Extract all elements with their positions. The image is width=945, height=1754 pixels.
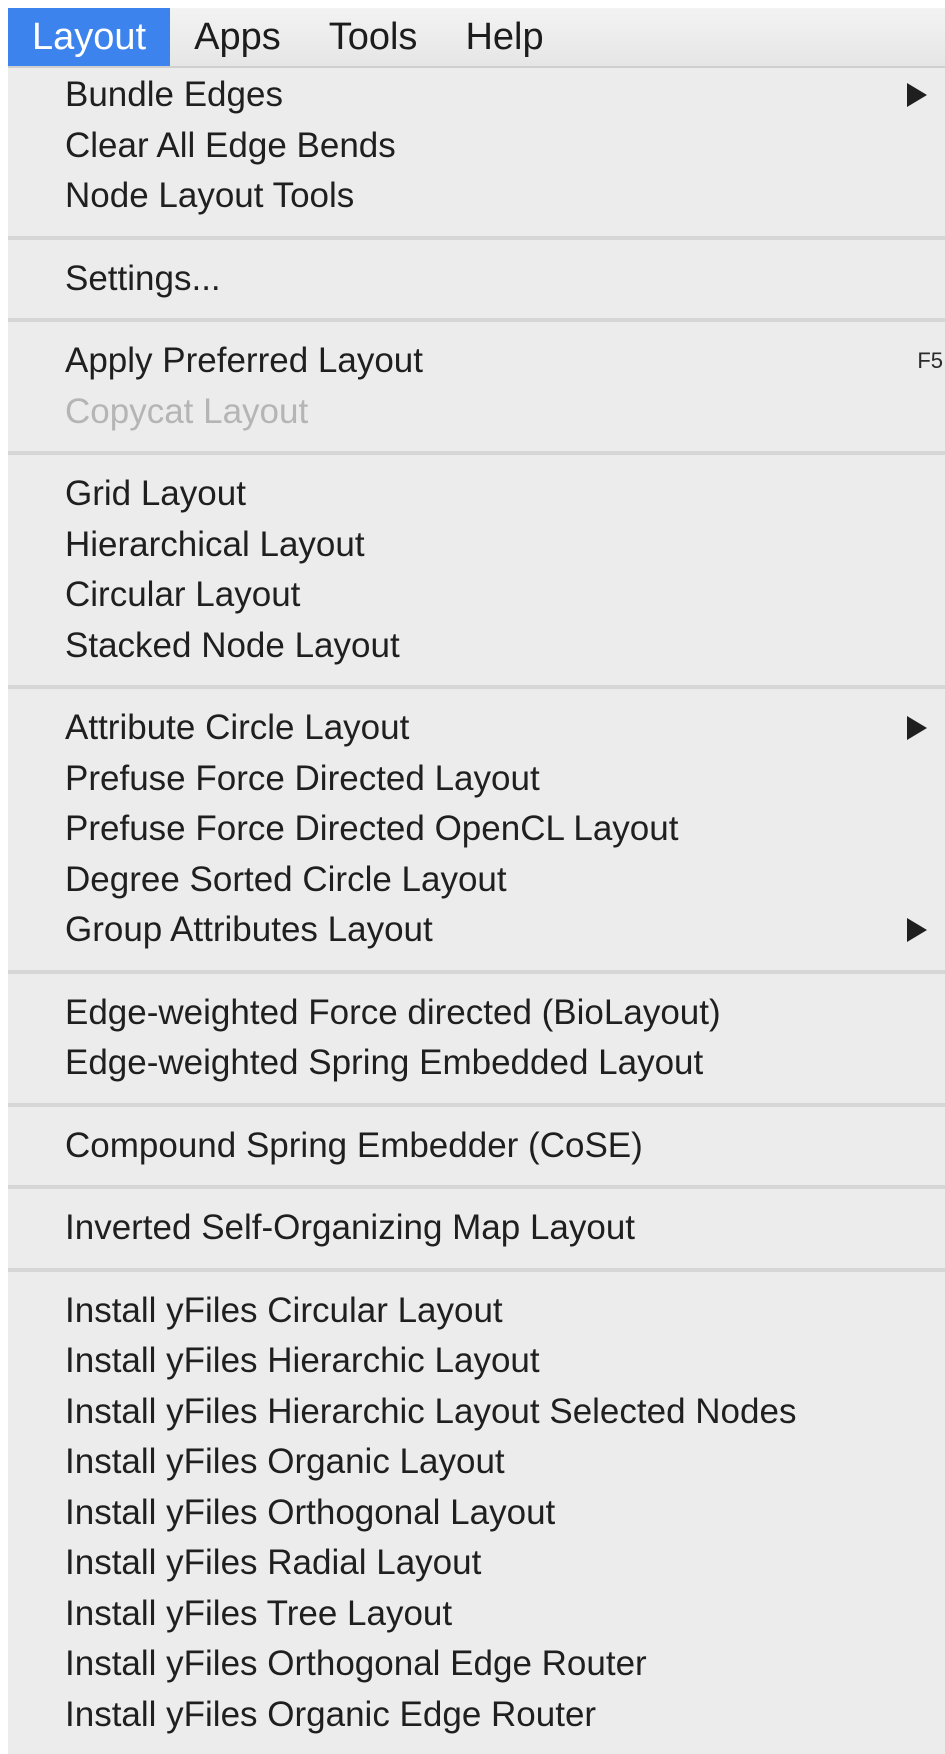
menu-item-install-yfiles-orthogonal[interactable]: Install yFiles Orthogonal Layout xyxy=(8,1488,945,1539)
menubar-item-tools[interactable]: Tools xyxy=(305,8,442,66)
submenu-arrow-icon xyxy=(907,716,927,741)
menu-item-label: Attribute Circle Layout xyxy=(65,708,410,748)
menu-item-label: Install yFiles Hierarchic Layout Selecte… xyxy=(65,1391,797,1431)
menu-item-install-yfiles-organic[interactable]: Install yFiles Organic Layout xyxy=(8,1437,945,1488)
menu-item-install-yfiles-orthogonal-edge-router[interactable]: Install yFiles Orthogonal Edge Router xyxy=(8,1639,945,1690)
menu-separator xyxy=(8,451,945,455)
menu-item-edge-weighted-spring-embedded[interactable]: Edge-weighted Spring Embedded Layout xyxy=(8,1038,945,1089)
menu-item-inverted-self-organizing-map[interactable]: Inverted Self-Organizing Map Layout xyxy=(8,1203,945,1254)
menu-item-prefuse-force-directed-layout[interactable]: Prefuse Force Directed Layout xyxy=(8,754,945,805)
menu-item-install-yfiles-tree[interactable]: Install yFiles Tree Layout xyxy=(8,1589,945,1640)
menu-item-label: Install yFiles Tree Layout xyxy=(65,1593,453,1633)
menu-item-label: Edge-weighted Spring Embedded Layout xyxy=(65,1043,704,1083)
menu-item-label: Circular Layout xyxy=(65,575,301,615)
menu-item-label: Install yFiles Orthogonal Layout xyxy=(65,1492,556,1532)
menu-separator xyxy=(8,1267,945,1272)
menu-item-node-layout-tools[interactable]: Node Layout Tools xyxy=(8,171,945,222)
menu-separator xyxy=(8,685,945,689)
menu-item-label: Copycat Layout xyxy=(65,391,309,431)
menu-item-label: Prefuse Force Directed Layout xyxy=(65,758,540,798)
menu-item-label: Prefuse Force Directed OpenCL Layout xyxy=(65,809,679,849)
menu-item-circular-layout[interactable]: Circular Layout xyxy=(8,570,945,621)
menu-item-label: Hierarchical Layout xyxy=(65,524,365,564)
menu-item-install-yfiles-hierarchic-selected[interactable]: Install yFiles Hierarchic Layout Selecte… xyxy=(8,1387,945,1438)
menu-item-grid-layout[interactable]: Grid Layout xyxy=(8,469,945,520)
screen: Layout Apps Tools Help Bundle Edges Clea… xyxy=(0,0,945,1754)
menu-item-group-attributes-layout[interactable]: Group Attributes Layout xyxy=(8,905,945,956)
submenu-arrow-icon xyxy=(907,918,927,943)
menu-item-label: Degree Sorted Circle Layout xyxy=(65,859,507,899)
submenu-arrow-icon xyxy=(907,83,927,108)
menu-item-edge-weighted-force-directed[interactable]: Edge-weighted Force directed (BioLayout) xyxy=(8,988,945,1039)
menu-item-label: Settings... xyxy=(65,258,221,298)
menu-bar: Layout Apps Tools Help xyxy=(8,8,945,68)
menu-item-settings[interactable]: Settings... xyxy=(8,254,945,305)
menu-item-compound-spring-embedder[interactable]: Compound Spring Embedder (CoSE) xyxy=(8,1121,945,1172)
menu-separator xyxy=(8,969,945,974)
menu-separator xyxy=(8,1185,945,1189)
menu-item-label: Install yFiles Orthogonal Edge Router xyxy=(65,1644,647,1684)
menu-item-stacked-node-layout[interactable]: Stacked Node Layout xyxy=(8,621,945,672)
menu-item-label: Bundle Edges xyxy=(65,75,283,115)
menu-item-label: Compound Spring Embedder (CoSE) xyxy=(65,1125,643,1165)
menubar-item-apps[interactable]: Apps xyxy=(170,8,305,66)
menu-item-bundle-edges[interactable]: Bundle Edges xyxy=(8,70,945,121)
menu-item-label: Clear All Edge Bends xyxy=(65,125,396,165)
menu-item-install-yfiles-hierarchic[interactable]: Install yFiles Hierarchic Layout xyxy=(8,1336,945,1387)
menu-item-label: Grid Layout xyxy=(65,474,246,514)
menu-item-label: Group Attributes Layout xyxy=(65,910,433,950)
menu-item-label: Install yFiles Hierarchic Layout xyxy=(65,1341,540,1381)
menu-item-label: Install yFiles Radial Layout xyxy=(65,1543,482,1583)
menu-item-label: Edge-weighted Force directed (BioLayout) xyxy=(65,992,721,1032)
menu-item-label: Inverted Self-Organizing Map Layout xyxy=(65,1208,636,1248)
menu-item-install-yfiles-circular[interactable]: Install yFiles Circular Layout xyxy=(8,1286,945,1337)
menu-item-attribute-circle-layout[interactable]: Attribute Circle Layout xyxy=(8,703,945,754)
menu-separator xyxy=(8,318,945,322)
menu-item-install-yfiles-radial[interactable]: Install yFiles Radial Layout xyxy=(8,1538,945,1589)
menu-item-label: Node Layout Tools xyxy=(65,176,355,216)
menu-item-apply-preferred-layout[interactable]: Apply Preferred Layout F5 xyxy=(8,336,945,387)
menu-separator xyxy=(8,235,945,240)
menu-item-clear-all-edge-bends[interactable]: Clear All Edge Bends xyxy=(8,121,945,172)
shortcut-label: F5 xyxy=(917,348,943,374)
menu-item-label: Install yFiles Circular Layout xyxy=(65,1290,503,1330)
menu-item-degree-sorted-circle-layout[interactable]: Degree Sorted Circle Layout xyxy=(8,855,945,906)
menu-separator xyxy=(8,1102,945,1107)
menu-item-label: Apply Preferred Layout xyxy=(65,341,423,381)
menu-item-prefuse-force-directed-opencl-layout[interactable]: Prefuse Force Directed OpenCL Layout xyxy=(8,804,945,855)
layout-dropdown-menu: Bundle Edges Clear All Edge Bends Node L… xyxy=(8,68,945,1754)
menu-item-label: Install yFiles Organic Edge Router xyxy=(65,1694,597,1734)
menubar-item-layout[interactable]: Layout xyxy=(8,8,171,66)
menu-item-install-yfiles-organic-edge-router[interactable]: Install yFiles Organic Edge Router xyxy=(8,1690,945,1741)
menubar-item-help[interactable]: Help xyxy=(441,8,567,66)
menu-item-hierarchical-layout[interactable]: Hierarchical Layout xyxy=(8,520,945,571)
menu-item-label: Stacked Node Layout xyxy=(65,625,400,665)
menu-item-copycat-layout: Copycat Layout xyxy=(8,387,945,438)
menu-item-label: Install yFiles Organic Layout xyxy=(65,1442,505,1482)
